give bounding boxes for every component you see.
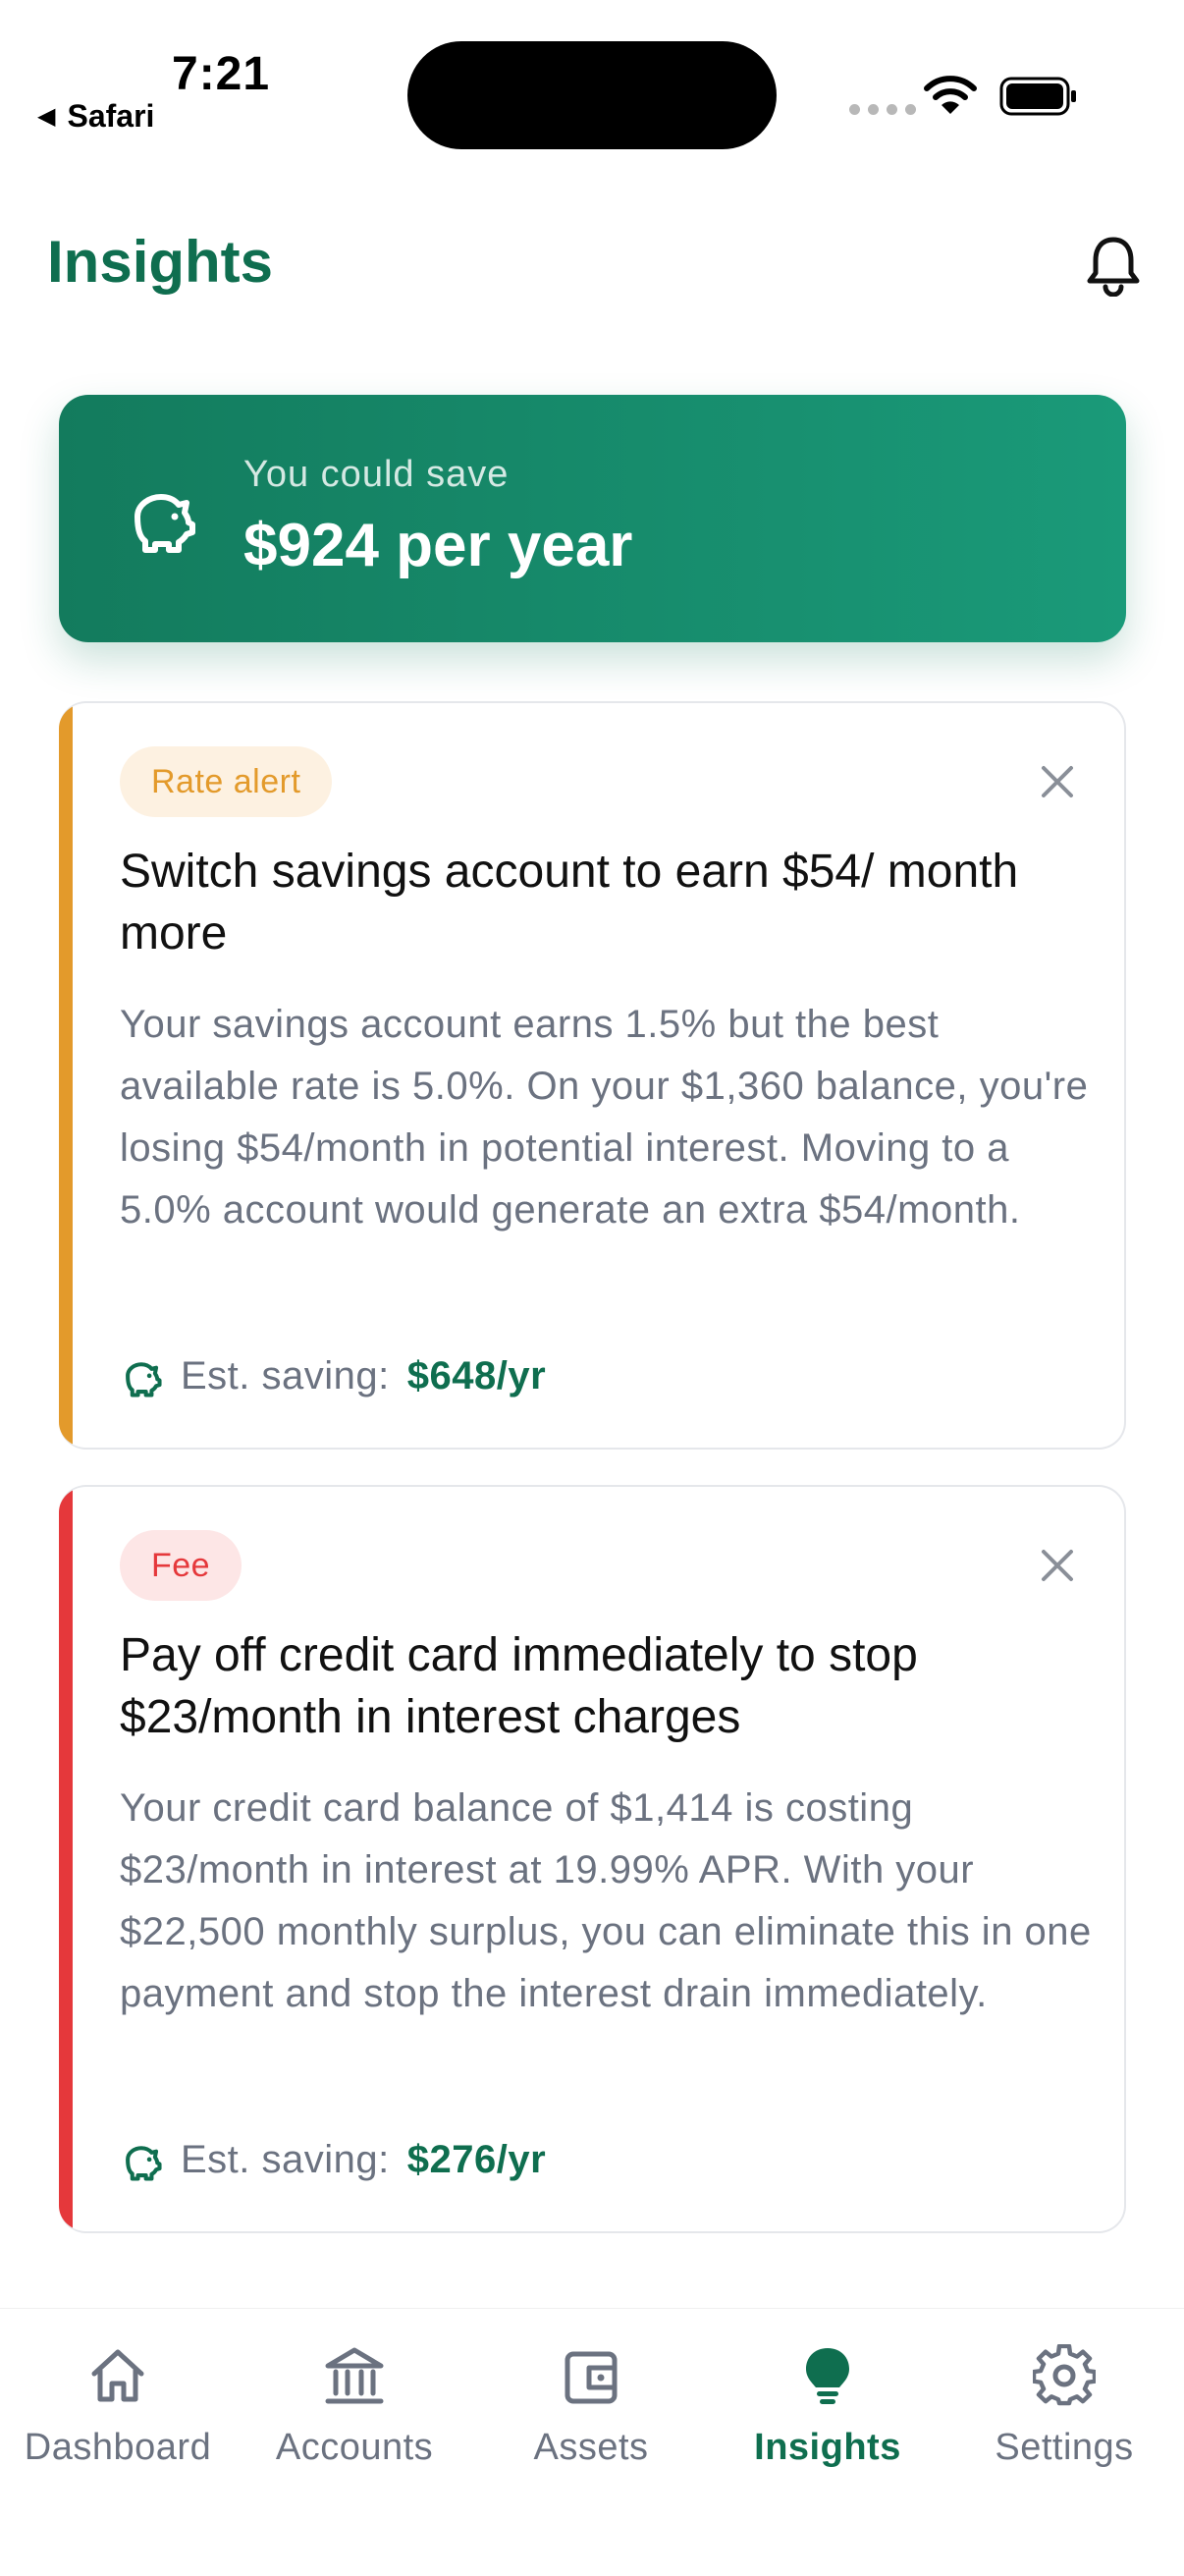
status-bar: 7:21 ◀ Safari xyxy=(0,0,1184,177)
close-icon xyxy=(1042,1550,1073,1581)
insight-description: Your savings account earns 1.5% but the … xyxy=(120,1003,1089,1232)
wallet-icon xyxy=(565,2351,618,2404)
piggy-bank-icon xyxy=(126,1361,162,1398)
tab-label: Insights xyxy=(754,2427,901,2468)
category-badge: Fee xyxy=(120,1530,242,1601)
summary-amount: $924 per year xyxy=(243,512,633,579)
dismiss-button[interactable] xyxy=(1030,1538,1085,1593)
status-time: 7:21 xyxy=(172,48,271,100)
card-accent-bar xyxy=(59,703,73,1448)
tab-label: Accounts xyxy=(275,2427,434,2468)
tab-accounts[interactable]: Accounts xyxy=(237,2338,472,2469)
dynamic-island xyxy=(407,41,777,149)
tab-settings[interactable]: Settings xyxy=(946,2338,1182,2469)
page-title: Insights xyxy=(47,229,274,295)
estimated-saving: Est. saving: $276/yr xyxy=(120,2138,546,2182)
insight-title: Switch savings account to earn $54/ mont… xyxy=(120,846,1019,959)
lightbulb-icon xyxy=(806,2348,849,2404)
savings-summary-card: You could save $924 per year xyxy=(59,395,1126,642)
category-badge: Rate alert xyxy=(120,746,333,817)
saving-label: Est. saving: xyxy=(181,1354,390,1398)
gear-icon xyxy=(1033,2344,1096,2406)
estimated-saving: Est. saving: $648/yr xyxy=(120,1354,546,1398)
insight-card[interactable]: Fee Pay off credit card immediately to s… xyxy=(59,1485,1126,2233)
summary-label: You could save xyxy=(243,454,510,495)
tab-insights[interactable]: Insights xyxy=(710,2338,945,2469)
piggy-bank-icon xyxy=(126,2145,162,2181)
bell-icon xyxy=(1087,237,1140,298)
insight-title: Pay off credit card immediately to stop … xyxy=(120,1629,918,1743)
back-triangle-icon: ◀ xyxy=(37,103,56,130)
bank-icon xyxy=(325,2347,384,2404)
signal-icon xyxy=(849,104,916,115)
saving-value: $648/yr xyxy=(406,1354,547,1398)
tab-assets[interactable]: Assets xyxy=(473,2338,709,2469)
wifi-icon xyxy=(924,76,977,114)
home-icon xyxy=(91,2349,144,2402)
bottom-tab-bar: Dashboard Accounts Assets Insights Setti… xyxy=(0,2308,1184,2576)
close-icon xyxy=(1042,766,1073,797)
saving-label: Est. saving: xyxy=(181,2138,390,2181)
insight-description: Your credit card balance of $1,414 is co… xyxy=(120,1786,1092,2015)
piggy-bank-icon xyxy=(135,494,195,553)
tab-label: Dashboard xyxy=(24,2427,212,2468)
card-accent-bar xyxy=(59,1487,73,2231)
dismiss-button[interactable] xyxy=(1030,754,1085,809)
tab-dashboard[interactable]: Dashboard xyxy=(0,2338,236,2469)
notifications-button[interactable] xyxy=(1084,234,1143,301)
tab-label: Assets xyxy=(533,2427,649,2468)
tab-label: Settings xyxy=(995,2427,1134,2468)
battery-icon xyxy=(999,77,1076,116)
saving-value: $276/yr xyxy=(406,2138,547,2181)
back-label: Safari xyxy=(67,98,155,134)
back-to-safari-link[interactable]: ◀ Safari xyxy=(37,98,154,135)
insight-card[interactable]: Rate alert Switch savings account to ear… xyxy=(59,701,1126,1450)
